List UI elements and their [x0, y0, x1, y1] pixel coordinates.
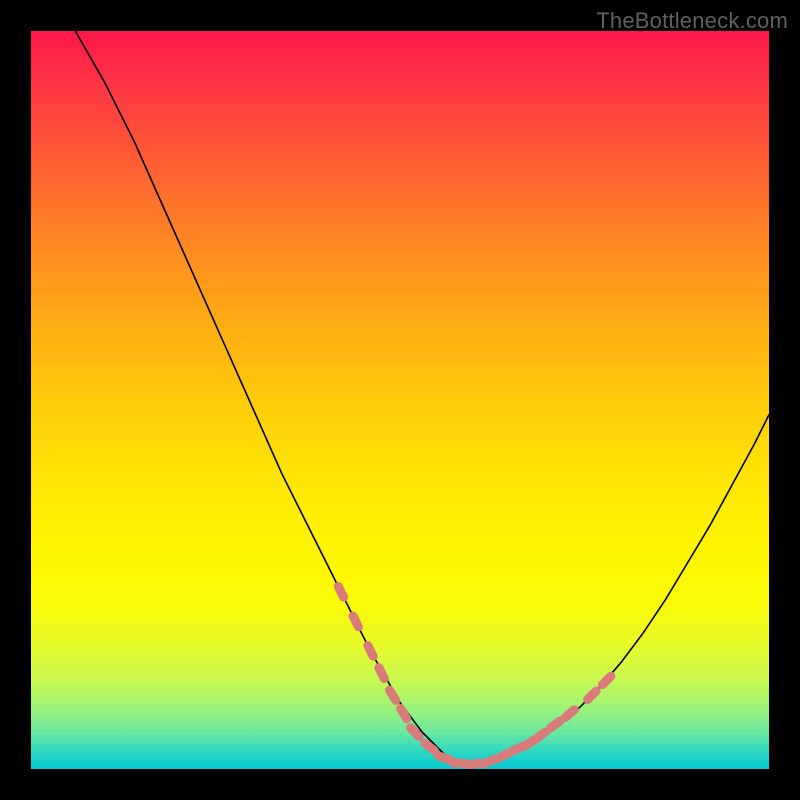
highlight-marker: [353, 616, 358, 627]
highlight-marker: [535, 732, 545, 739]
highlight-marker: [588, 691, 596, 699]
curve-left-curve: [75, 31, 466, 765]
highlight-marker: [338, 587, 343, 598]
curve-right-curve: [466, 415, 769, 766]
curve-group: [75, 31, 769, 765]
marker-group: [338, 587, 611, 765]
highlight-marker: [390, 690, 396, 700]
chart-plot-area: [31, 31, 769, 769]
highlight-marker: [411, 728, 419, 736]
highlight-marker: [425, 743, 435, 750]
chart-svg: [31, 31, 769, 769]
highlight-marker: [368, 646, 373, 657]
highlight-marker: [468, 763, 480, 765]
highlight-marker: [453, 763, 465, 764]
highlight-marker: [550, 721, 560, 728]
highlight-marker: [379, 668, 384, 679]
watermark-text: TheBottleneck.com: [596, 8, 788, 34]
highlight-marker: [498, 753, 509, 758]
highlight-marker: [439, 756, 450, 760]
highlight-marker: [483, 759, 494, 763]
highlight-marker: [401, 709, 407, 719]
highlight-marker: [602, 676, 610, 684]
highlight-marker: [565, 710, 574, 718]
